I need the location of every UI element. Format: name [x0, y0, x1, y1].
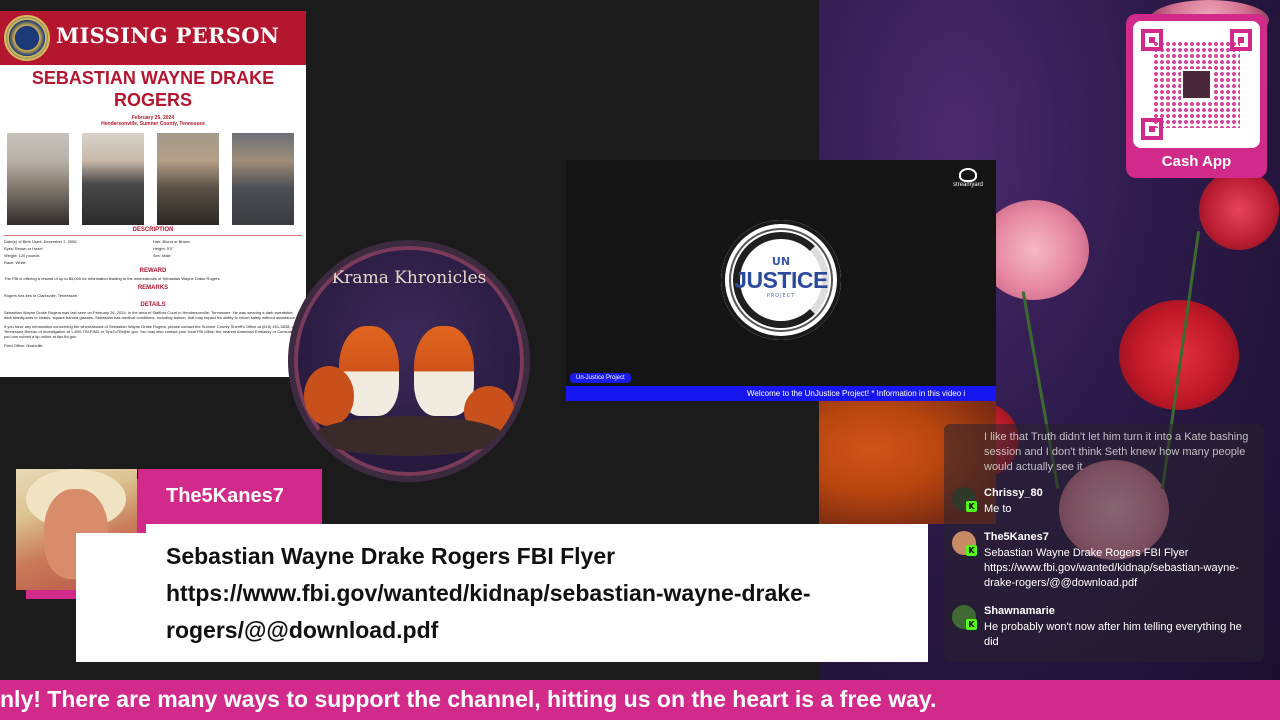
flyer-remarks-text: Rogers has ties to Clarksville, Tennesse… — [4, 293, 79, 298]
flyer-description-grid: Date(s) of Birth Used: December 7, 2008 … — [0, 238, 306, 266]
subject-photo — [7, 133, 69, 225]
flyer-photos — [0, 127, 306, 225]
featured-username: The5Kanes7 — [166, 485, 284, 507]
ticker-text: nly! There are many ways to support the … — [0, 686, 937, 712]
flyer-reward-text: The FBI is offering a reward of up to $5… — [4, 276, 221, 281]
subject-photo — [82, 133, 144, 225]
flyer-title: MISSING PERSON — [56, 23, 280, 48]
chat-username: Chrissy_80 — [984, 487, 1043, 499]
subject-photo — [232, 133, 294, 225]
fox-tail-icon — [304, 366, 354, 426]
kick-badge-icon: K — [966, 545, 977, 556]
desc-height: Height: 5'0" — [153, 246, 174, 251]
flyer-description-heading: DESCRIPTION — [132, 227, 174, 233]
fbi-missing-flyer: MISSING PERSON SEBASTIAN WAYNE DRAKE ROG… — [0, 11, 306, 377]
desc-eyes: Eyes: Brown or Hazel — [4, 246, 43, 251]
logo-justice-text: JUSTICE — [734, 267, 828, 293]
streamyard-logo: streamyard — [947, 168, 989, 188]
chat-username: The5Kanes7 — [984, 531, 1049, 543]
stream-ticker: Welcome to the UnJustice Project! * Info… — [566, 386, 996, 401]
desc-race: Race: White — [4, 260, 26, 265]
streamyard-label: streamyard — [952, 182, 983, 188]
stream-name-tag: Un-Justice Project — [570, 373, 631, 383]
cashapp-qr-card[interactable]: Cash App — [1126, 14, 1267, 178]
featured-message: Sebastian Wayne Drake Rogers FBI Flyer h… — [166, 543, 811, 643]
kick-badge-icon: K — [966, 501, 977, 512]
cashapp-label: Cash App — [1161, 153, 1232, 170]
chat-text: Sebastian Wayne Drake Rogers FBI Flyer h… — [984, 547, 1239, 589]
flyer-header: MISSING PERSON — [0, 11, 306, 65]
qr-finder — [1141, 118, 1163, 140]
logo-project-text: PROJECT — [766, 293, 796, 299]
qr-center-logo — [1181, 69, 1212, 100]
desc-weight: Weight: 120 pounds — [4, 253, 40, 258]
chat-faded-message: I like that Truth didn't let him turn it… — [984, 431, 1249, 473]
krama-title: Krama Khronicles — [331, 268, 487, 288]
chat-username: Shawnamarie — [984, 605, 1055, 617]
flyer-field-office: Field Office: Nashville — [4, 343, 43, 348]
flyer-name-line1: SEBASTIAN WAYNE DRAKE — [31, 68, 275, 88]
chat-text: Me to — [984, 503, 1012, 515]
qr-code[interactable] — [1133, 21, 1260, 148]
fbi-seal-icon — [4, 15, 50, 61]
desc-dob: Date(s) of Birth Used: December 7, 2008 — [4, 239, 77, 244]
qr-finder — [1141, 29, 1163, 51]
subject-photo — [157, 133, 219, 225]
unjustice-project-logo: UN JUSTICE PROJECT — [721, 220, 841, 340]
kick-badge-icon: K — [966, 619, 977, 630]
krama-khronicles-logo: Krama Khronicles — [288, 240, 530, 482]
flyer-subject-name: SEBASTIAN WAYNE DRAKE ROGERS — [0, 67, 306, 111]
featured-username-box: The5Kanes7 — [138, 469, 322, 524]
desc-hair: Hair: Blond or Brown — [153, 239, 190, 244]
bottom-ticker: nly! There are many ways to support the … — [0, 680, 1280, 720]
flyer-details-text: Sebastian Wayne Drake Rogers was last se… — [4, 310, 296, 320]
desc-sex: Sex: Male — [153, 253, 171, 258]
ground — [314, 416, 504, 456]
flyer-name-line2: ROGERS — [113, 90, 192, 110]
qr-finder — [1230, 29, 1252, 51]
streamyard-icon — [959, 168, 977, 182]
flyer-contact-text: If you have any information concerning t… — [4, 324, 302, 339]
chat-text: He probably won't now after him telling … — [984, 621, 1242, 648]
